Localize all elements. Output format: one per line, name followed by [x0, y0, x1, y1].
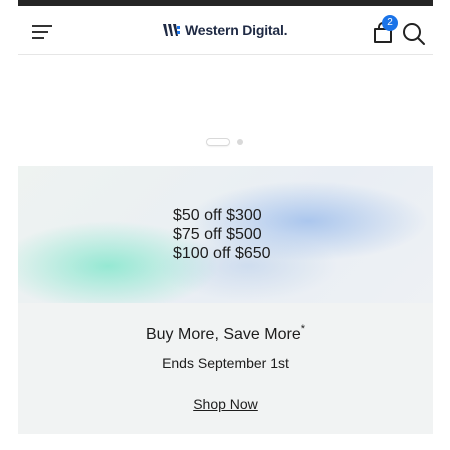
- search-icon: [403, 23, 425, 45]
- offer-line: $100 off $650: [173, 245, 271, 262]
- carousel-dot-2[interactable]: [237, 139, 243, 145]
- offer-line: $75 off $500: [173, 226, 262, 243]
- search-button[interactable]: [402, 22, 426, 46]
- promo-title-footnote-mark: *: [300, 323, 305, 335]
- shop-now-wrapper: Shop Now: [18, 396, 433, 412]
- brand-logo[interactable]: Western Digital.: [163, 19, 288, 41]
- carousel-pagination: [207, 138, 243, 146]
- promo-title-text: Buy More, Save More: [145, 326, 301, 343]
- western-digital-logo-mark-icon: [163, 24, 180, 36]
- hamburger-menu-icon: [32, 25, 52, 39]
- promo-banner: $50 off $300 $75 off $500 $100 off $650: [18, 166, 433, 303]
- promo-subtitle: Ends September 1st: [162, 355, 289, 371]
- site-header: Western Digital. 2: [18, 6, 433, 55]
- shop-now-link[interactable]: Shop Now: [193, 396, 258, 412]
- menu-button[interactable]: [31, 23, 53, 41]
- cart-count-badge: 2: [382, 15, 398, 31]
- promo-title: Buy More, Save More*: [18, 323, 433, 344]
- offer-line: $50 off $300: [173, 207, 262, 224]
- brand-name: Western Digital.: [185, 22, 288, 38]
- offer-list: $50 off $300 $75 off $500 $100 off $650: [173, 206, 323, 263]
- carousel-dot-1[interactable]: [207, 139, 229, 145]
- page-frame: Western Digital. 2 $50 off $300 $75 off …: [18, 0, 433, 450]
- promo-card: $50 off $300 $75 off $500 $100 off $650 …: [18, 166, 433, 434]
